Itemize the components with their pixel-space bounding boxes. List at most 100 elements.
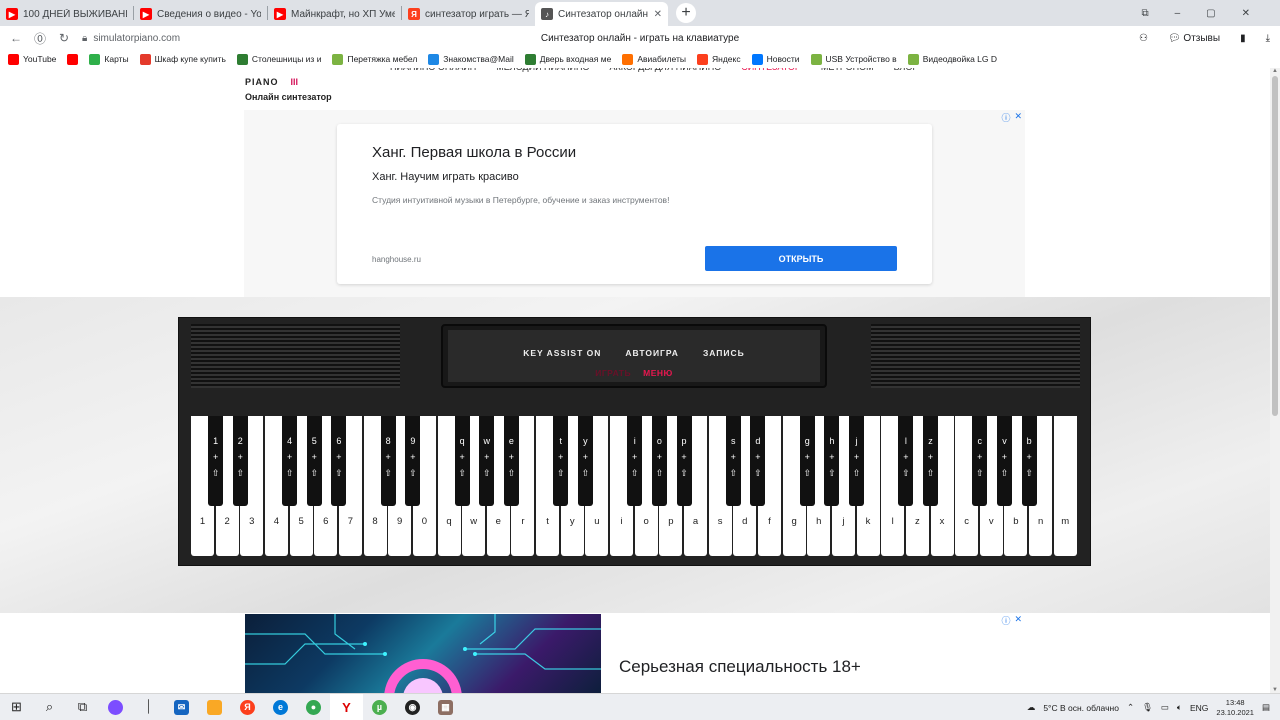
bookmark-item[interactable]: Знакомства@Mail (428, 53, 514, 65)
black-key[interactable]: c + ⇧ (972, 416, 988, 506)
download-icon[interactable]: ⤓ (1266, 33, 1270, 44)
black-key[interactable]: l + ⇧ (898, 416, 914, 506)
bookmark-item[interactable]: Новости (751, 53, 800, 65)
bookmark-item[interactable] (67, 53, 79, 65)
feedback-button[interactable]: 💬︎ Отзывы (1168, 33, 1220, 44)
utorrent-icon[interactable]: µ (363, 694, 396, 720)
tab-search-icon[interactable]: ⧉ (1141, 8, 1148, 19)
synth-menu-item[interactable]: АВТОИГРА (625, 348, 679, 358)
site-nav-item[interactable]: СИНТЕЗАТОР (741, 68, 801, 72)
bookmark-item[interactable]: USB Устройство в (810, 53, 897, 65)
black-key[interactable]: 5 + ⇧ (306, 416, 322, 506)
ad-domain[interactable]: hanghouse.ru (372, 255, 421, 264)
tab-4[interactable]: Ясинтезатор играть — Янде (402, 2, 535, 26)
reload-button[interactable]: ↻ (56, 31, 72, 45)
close-icon[interactable]: ✕ (1014, 111, 1022, 124)
info-icon[interactable]: ⓘ (1001, 111, 1010, 124)
ad-headline[interactable]: Ханг. Первая школа в России (372, 144, 576, 161)
back-button[interactable]: ← (8, 31, 24, 45)
site-nav-item[interactable]: БЛОГ (894, 68, 918, 72)
yandex-icon[interactable]: Y (330, 693, 363, 720)
black-key[interactable]: g + ⇧ (799, 416, 815, 506)
black-key[interactable]: s + ⇧ (725, 416, 741, 506)
black-key[interactable]: p + ⇧ (676, 416, 692, 506)
search-icon[interactable]: ⌕ (33, 694, 66, 720)
black-key[interactable]: 1 + ⇧ (208, 416, 224, 506)
bookmark-item[interactable]: Карты (89, 53, 129, 65)
black-key[interactable]: o + ⇧ (651, 416, 667, 506)
site-nav-item[interactable]: МЕТРОНОМ (821, 68, 874, 72)
close-icon[interactable]: ✕ (1014, 614, 1022, 627)
site-nav-item[interactable]: ПИАНИНО ОНЛАЙН (390, 68, 476, 72)
new-tab-button[interactable]: + (676, 3, 696, 23)
black-key[interactable]: d + ⇧ (750, 416, 766, 506)
bookmark-item[interactable]: Яндекс (697, 53, 741, 65)
black-key[interactable]: v + ⇧ (996, 416, 1012, 506)
play-mode-button[interactable]: ИГРАТЬ (595, 368, 631, 378)
mail-icon[interactable]: ✉ (165, 694, 198, 720)
close-window-button[interactable]: ✕ (1242, 8, 1250, 19)
bookmark-item[interactable]: Авиабилеты (622, 53, 686, 65)
ad-choices[interactable]: ⓘ ✕ (1001, 111, 1022, 124)
language-indicator[interactable]: ENG (1190, 703, 1208, 713)
black-key[interactable]: b + ⇧ (1021, 416, 1037, 506)
mic-icon[interactable]: 🎙︎ (1142, 702, 1153, 713)
bookmark-item[interactable]: Шкаф купе купить (139, 53, 226, 65)
black-key[interactable]: 6 + ⇧ (331, 416, 347, 506)
weather-icon[interactable]: ☁ (1027, 702, 1036, 713)
bookmark-item[interactable]: Дверь входная ме (524, 53, 611, 65)
bookmark-item[interactable]: Перетяжка мебел (332, 53, 417, 65)
minimize-button[interactable]: – (1175, 8, 1181, 19)
black-key[interactable]: 2 + ⇧ (232, 416, 248, 506)
black-key[interactable]: 8 + ⇧ (380, 416, 396, 506)
black-key[interactable]: h + ⇧ (824, 416, 840, 506)
bookmark-item[interactable]: YouTube (8, 53, 56, 65)
network-icon[interactable]: ▭ (1161, 702, 1169, 713)
black-key[interactable]: q + ⇧ (454, 416, 470, 506)
obs-icon[interactable]: ◉ (396, 694, 429, 720)
synth-menu-item[interactable]: ЗАПИСЬ (703, 348, 745, 358)
chrome-icon[interactable]: ● (297, 694, 330, 720)
black-key[interactable]: w + ⇧ (479, 416, 495, 506)
task-view-icon[interactable]: ⧉ (66, 694, 99, 720)
scroll-up-icon[interactable]: ▲ (1270, 68, 1280, 74)
edge-icon[interactable]: e (264, 694, 297, 720)
site-logo[interactable]: PIANO III Онлайн синтезатор (245, 72, 332, 102)
black-key[interactable]: i + ⇧ (627, 416, 643, 506)
ad-choices-bottom[interactable]: ⓘ ✕ (1001, 614, 1022, 627)
synth-menu-item[interactable]: KEY ASSIST ON (523, 348, 601, 358)
ad-bottom-headline[interactable]: Серьезная специальность 18+ (619, 657, 861, 677)
white-key[interactable]: m (1053, 416, 1077, 556)
ad-open-button[interactable]: ОТКРЫТЬ (705, 246, 897, 271)
url-field[interactable]: 🔒︎ simulatorpiano.com (82, 33, 180, 44)
minecraft-icon[interactable]: ▦ (429, 694, 462, 720)
account-icon[interactable]: ⓪ (32, 30, 48, 47)
black-key[interactable]: 4 + ⇧ (282, 416, 298, 506)
scrollbar-thumb[interactable] (1272, 76, 1278, 416)
ad-image[interactable] (245, 614, 601, 693)
tab-5[interactable]: ♪ Синтезатор онлайн ✕ (535, 2, 668, 26)
site-nav-item[interactable]: АККОРДЫ ДЛЯ ПИАНИНО (609, 68, 721, 72)
tab-2[interactable]: ▶ Сведения о видео - YouTu (134, 2, 267, 26)
bookmark-item[interactable]: Видеодвойка LG D (907, 53, 997, 65)
page-scrollbar[interactable]: ▲ ▼ (1270, 68, 1280, 693)
cortana-icon[interactable] (99, 694, 132, 720)
black-key[interactable]: t + ⇧ (553, 416, 569, 506)
tab-3[interactable]: ▶ Майнкрафт, но ХП Уме (268, 2, 401, 26)
black-key[interactable]: 9 + ⇧ (405, 416, 421, 506)
folder-icon[interactable] (198, 694, 231, 720)
bookmark-icon[interactable]: ▮ (1240, 33, 1246, 44)
black-key[interactable]: e + ⇧ (503, 416, 519, 506)
tab-1[interactable]: ▶ 100 ДНЕЙ ВЫЖИВАНИ (0, 2, 133, 26)
volume-icon[interactable]: 🔈︎ (1177, 702, 1182, 713)
site-nav-item[interactable]: МЕЛОДИИ ПИАНИНО (496, 68, 589, 72)
black-key[interactable]: y + ⇧ (577, 416, 593, 506)
ad-card[interactable]: Ханг. Первая школа в России Ханг. Научим… (337, 124, 932, 284)
menu-mode-button[interactable]: МЕНЮ (643, 368, 673, 378)
close-tab-icon[interactable]: ✕ (654, 9, 662, 20)
clock[interactable]: 13:48 23.10.2021 (1216, 698, 1254, 718)
start-button[interactable]: ⊞ (0, 694, 33, 720)
info-icon[interactable]: ⓘ (1001, 614, 1010, 627)
maximize-button[interactable]: ▢ (1206, 8, 1215, 19)
bookmark-item[interactable]: Столешницы из и (236, 53, 321, 65)
